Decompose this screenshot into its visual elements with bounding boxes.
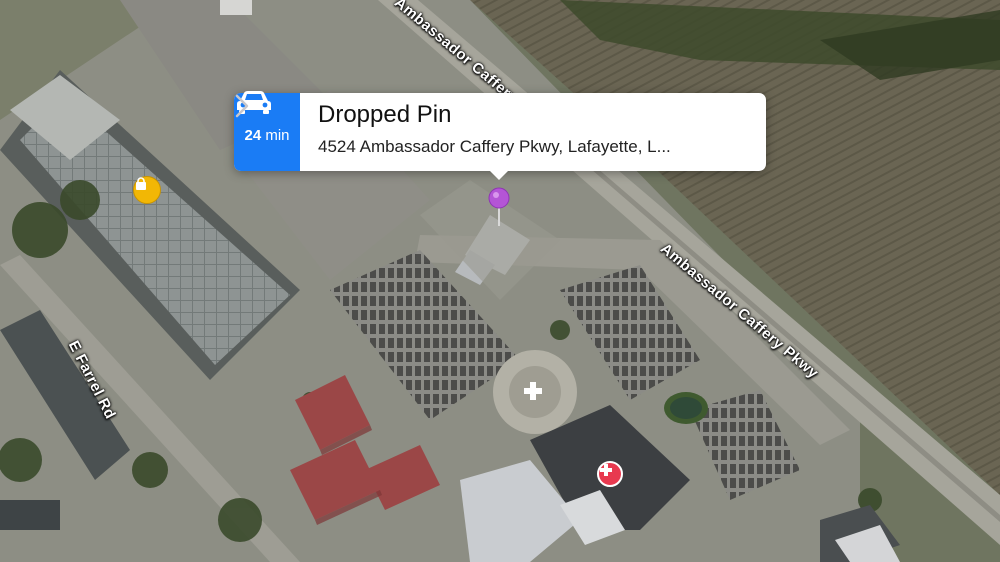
- callout-address: 4524 Ambassador Caffery Pkwy, Lafayette,…: [318, 137, 671, 156]
- dropped-pin-callout[interactable]: 24 min Dropped Pin 4524 Ambassador Caffe…: [234, 91, 766, 180]
- callout-tail: [488, 169, 510, 180]
- hospital-icon: [600, 464, 612, 476]
- medical-poi[interactable]: [523, 381, 547, 405]
- eta-label: 24 min: [244, 127, 289, 144]
- dropped-pin-icon[interactable]: [487, 186, 511, 230]
- medical-cross-icon: [524, 382, 542, 400]
- hospital-poi[interactable]: [597, 461, 623, 487]
- satellite-map[interactable]: Ambassador Caffery Pkwy Ambassador Caffe…: [0, 0, 1000, 562]
- shopping-poi[interactable]: [133, 176, 161, 204]
- callout-title: Dropped Pin: [318, 101, 452, 128]
- eta-value: 24: [244, 126, 262, 144]
- chevron-right-icon[interactable]: [234, 93, 250, 119]
- shopping-bag-icon: [136, 177, 146, 190]
- eta-unit: min: [265, 126, 290, 144]
